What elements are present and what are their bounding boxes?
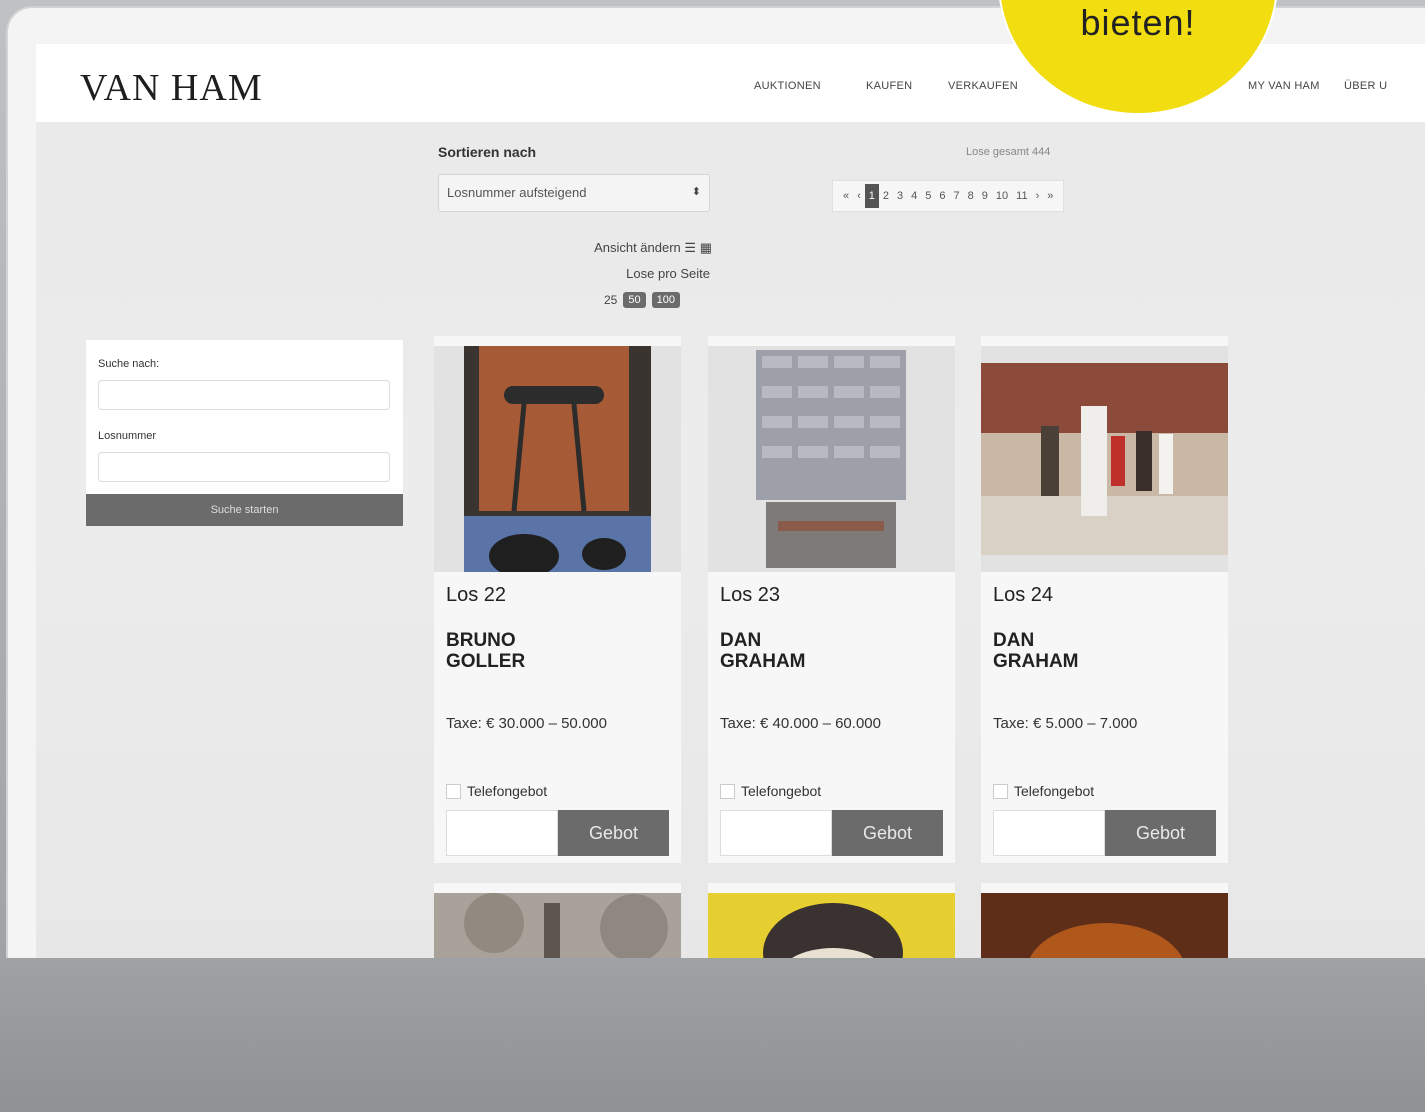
artist-first: BRUNO bbox=[446, 630, 516, 651]
artwork-goller bbox=[434, 346, 681, 572]
search-button[interactable]: Suche starten bbox=[86, 494, 403, 526]
page-9[interactable]: 9 bbox=[978, 190, 992, 202]
page-6[interactable]: 6 bbox=[935, 190, 949, 202]
grid-view-icon[interactable]: ▦ bbox=[700, 240, 712, 255]
monitor-frame: VAN HAM AUKTIONEN KAUFEN VERKAUFEN MY VA… bbox=[0, 0, 1425, 1112]
device-bezel: VAN HAM AUKTIONEN KAUFEN VERKAUFEN MY VA… bbox=[6, 6, 1425, 1106]
artwork-partial-3 bbox=[981, 893, 1228, 964]
nav-my-van-ham[interactable]: MY VAN HAM bbox=[1248, 80, 1320, 92]
view-toggle: Ansicht ändern ☰ ▦ bbox=[594, 240, 712, 256]
phone-bid-option[interactable]: Telefongebot bbox=[720, 783, 821, 799]
search-query-label: Suche nach: bbox=[98, 358, 160, 370]
per-page-50[interactable]: 50 bbox=[623, 292, 646, 308]
artwork-graham-grid bbox=[708, 346, 955, 572]
bid-amount-input[interactable] bbox=[993, 810, 1105, 856]
lot-number-label: Losnummer bbox=[98, 430, 157, 442]
per-page-100[interactable]: 100 bbox=[651, 292, 680, 308]
phone-bid-checkbox[interactable] bbox=[993, 783, 1008, 799]
phone-bid-checkbox[interactable] bbox=[720, 783, 735, 799]
lot-card-partial[interactable] bbox=[708, 883, 955, 964]
select-arrow-icon: ⬍ bbox=[691, 186, 701, 198]
page-1[interactable]: 1 bbox=[864, 184, 879, 208]
lot-card: Los 24 DAN GRAHAM Taxe: € 5.000 – 7.000 … bbox=[981, 336, 1228, 863]
artist-name[interactable]: DAN GRAHAM bbox=[720, 630, 920, 672]
page-3[interactable]: 3 bbox=[893, 190, 907, 202]
page-11[interactable]: 11 bbox=[1012, 190, 1031, 202]
page-4[interactable]: 4 bbox=[907, 190, 921, 202]
artist-last: GRAHAM bbox=[720, 651, 806, 672]
lot-card: Los 22 BRUNO GOLLER Taxe: € 30.000 – 50.… bbox=[434, 336, 681, 863]
per-page-25[interactable]: 25 bbox=[604, 293, 617, 307]
page-next[interactable]: › bbox=[1032, 190, 1044, 202]
artwork-partial-2 bbox=[708, 893, 955, 964]
per-page-options: 25 50 100 bbox=[604, 292, 680, 308]
page-7[interactable]: 7 bbox=[950, 190, 964, 202]
search-query-input[interactable] bbox=[98, 380, 390, 410]
bid-button[interactable]: Gebot bbox=[1105, 810, 1216, 856]
artist-name[interactable]: DAN GRAHAM bbox=[993, 630, 1193, 672]
lot-card-partial[interactable] bbox=[434, 883, 681, 964]
phone-bid-label: Telefongebot bbox=[467, 783, 548, 799]
view-change-label: Ansicht ändern bbox=[594, 240, 681, 255]
lot-card: Los 23 DAN GRAHAM Taxe: € 40.000 – 60.00… bbox=[708, 336, 955, 863]
artist-last: GOLLER bbox=[446, 651, 526, 672]
phone-bid-label: Telefongebot bbox=[741, 783, 822, 799]
nav-ueber-uns[interactable]: ÜBER U bbox=[1344, 80, 1387, 92]
page-first[interactable]: « bbox=[839, 190, 853, 202]
lot-number[interactable]: Los 22 bbox=[446, 584, 506, 607]
site-logo[interactable]: VAN HAM bbox=[80, 66, 263, 110]
lot-number-input[interactable] bbox=[98, 452, 390, 482]
page-prev[interactable]: ‹ bbox=[853, 190, 865, 202]
monitor-stand-area bbox=[0, 958, 1425, 1112]
artist-first: DAN bbox=[720, 630, 762, 651]
page-8[interactable]: 8 bbox=[964, 190, 978, 202]
lot-image[interactable] bbox=[434, 346, 681, 572]
lot-image[interactable] bbox=[708, 346, 955, 572]
bid-button[interactable]: Gebot bbox=[558, 810, 669, 856]
estimate: Taxe: € 30.000 – 50.000 bbox=[446, 715, 607, 732]
page-10[interactable]: 10 bbox=[992, 190, 1012, 202]
bid-button[interactable]: Gebot bbox=[832, 810, 943, 856]
promo-badge-text: bieten! bbox=[1080, 2, 1196, 43]
estimate: Taxe: € 5.000 – 7.000 bbox=[993, 715, 1138, 732]
estimate: Taxe: € 40.000 – 60.000 bbox=[720, 715, 881, 732]
artist-first: DAN bbox=[993, 630, 1035, 651]
nav-kaufen[interactable]: KAUFEN bbox=[866, 80, 912, 92]
page-2[interactable]: 2 bbox=[879, 190, 893, 202]
lot-number[interactable]: Los 23 bbox=[720, 584, 780, 607]
lots-total: Lose gesamt 444 bbox=[966, 146, 1051, 158]
phone-bid-checkbox[interactable] bbox=[446, 783, 461, 799]
nav-auktionen[interactable]: AUKTIONEN bbox=[754, 80, 821, 92]
page-5[interactable]: 5 bbox=[921, 190, 935, 202]
browser-screen: VAN HAM AUKTIONEN KAUFEN VERKAUFEN MY VA… bbox=[36, 44, 1425, 964]
phone-bid-option[interactable]: Telefongebot bbox=[446, 783, 547, 799]
sort-select[interactable]: Losnummer aufsteigend ⬍ bbox=[438, 174, 710, 212]
lot-card-partial[interactable] bbox=[981, 883, 1228, 964]
bid-amount-input[interactable] bbox=[446, 810, 558, 856]
bid-amount-input[interactable] bbox=[720, 810, 832, 856]
phone-bid-option[interactable]: Telefongebot bbox=[993, 783, 1094, 799]
page-last[interactable]: » bbox=[1043, 190, 1057, 202]
sort-label: Sortieren nach bbox=[438, 144, 537, 160]
artwork-graham-photo bbox=[981, 346, 1228, 572]
list-view-icon[interactable]: ☰ bbox=[684, 240, 696, 255]
per-page-label: Lose pro Seite bbox=[626, 266, 710, 281]
phone-bid-label: Telefongebot bbox=[1014, 783, 1095, 799]
lot-number[interactable]: Los 24 bbox=[993, 584, 1053, 607]
sort-selected-value: Losnummer aufsteigend bbox=[447, 185, 587, 200]
artist-name[interactable]: BRUNO GOLLER bbox=[446, 630, 646, 672]
lot-image[interactable] bbox=[981, 346, 1228, 572]
artist-last: GRAHAM bbox=[993, 651, 1079, 672]
pagination: « ‹ 1 2 3 4 5 6 7 8 9 10 11 › » bbox=[832, 180, 1065, 212]
search-panel: Suche nach: Losnummer Suche starten bbox=[86, 340, 403, 526]
nav-verkaufen[interactable]: VERKAUFEN bbox=[948, 80, 1018, 92]
artwork-partial-1 bbox=[434, 893, 681, 964]
